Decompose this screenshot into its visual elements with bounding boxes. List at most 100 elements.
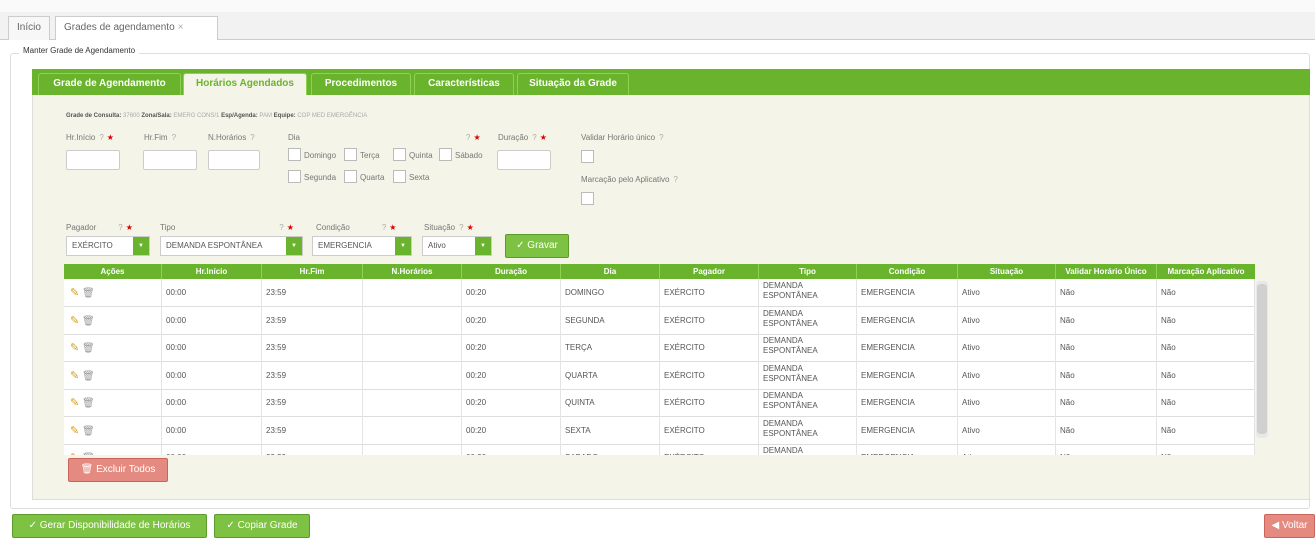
table-row[interactable]: ✎🗑00:0023:5900:20SABADOEXÉRCITODEMANDA E… bbox=[64, 444, 1255, 455]
hr-fim-input[interactable] bbox=[143, 150, 197, 170]
label-n-horarios: N.Horários? bbox=[208, 133, 255, 142]
help-icon[interactable]: ? bbox=[466, 133, 470, 142]
cell-n-horarios bbox=[363, 306, 462, 335]
n-horarios-input[interactable] bbox=[208, 150, 260, 170]
fieldset-legend: Manter Grade de Agendamento bbox=[19, 46, 140, 55]
condicao-select[interactable]: EMERGENCIA ▼ bbox=[312, 236, 412, 256]
label-sabado: Sábado bbox=[455, 151, 483, 160]
tab-caracteristicas[interactable]: Características bbox=[414, 73, 514, 95]
trash-icon[interactable]: 🗑 bbox=[82, 363, 95, 390]
label-quarta: Quarta bbox=[360, 173, 385, 182]
cell-acoes: ✎🗑 bbox=[64, 389, 162, 417]
tipo-select[interactable]: DEMANDA ESPONTÂNEA ▼ bbox=[160, 236, 303, 256]
table-row[interactable]: ✎ 🗑 00:00 23:59 00:20 SEXTA EXÉRCITO DEMANDA ES… bbox=[64, 416, 1255, 445]
pencil-icon[interactable]: ✎ bbox=[70, 307, 80, 335]
col-condicao: Condição bbox=[857, 264, 958, 279]
gravar-button[interactable]: ✓ Gravar bbox=[505, 234, 569, 258]
cell-marcacao: Não bbox=[1157, 334, 1255, 362]
grid-scrollbar-thumb[interactable] bbox=[1257, 284, 1267, 434]
trash-icon[interactable]: 🗑 bbox=[82, 280, 95, 307]
cell-hr-inicio: 00:00 bbox=[162, 334, 262, 362]
label-terca: Terça bbox=[360, 151, 380, 160]
table-row[interactable]: ✎ 🗑 00:00 23:59 00:20 TERÇA EXÉRCITO DEMANDA ES… bbox=[64, 334, 1255, 362]
pencil-icon[interactable]: ✎ bbox=[70, 362, 80, 390]
tab-home[interactable]: Início bbox=[8, 16, 50, 40]
cell-dia: DOMINGO bbox=[561, 279, 660, 307]
cell-condicao: EMERGENCIA bbox=[857, 416, 958, 445]
cell-dia: QUINTA bbox=[561, 389, 660, 417]
tab-grade-agendamento[interactable]: Grade de Agendamento bbox=[38, 73, 181, 95]
cell-dia: TERÇA bbox=[561, 334, 660, 362]
pencil-icon[interactable]: ✎ bbox=[70, 389, 80, 417]
pagador-select[interactable]: EXÉRCITO ▼ bbox=[66, 236, 150, 256]
copiar-grade-button[interactable]: ✓ Copiar Grade bbox=[214, 514, 310, 538]
help-icon[interactable]: ? bbox=[279, 223, 283, 232]
checkbox-sexta[interactable] bbox=[393, 170, 406, 183]
pencil-icon[interactable]: ✎ bbox=[70, 279, 80, 307]
cell-duracao: 00:20 bbox=[462, 306, 561, 335]
table-row[interactable]: ✎ 🗑 00:00 23:59 00:20 SEGUNDA EXÉRCITO DEMANDA … bbox=[64, 306, 1255, 335]
help-icon[interactable]: ? bbox=[532, 133, 536, 142]
cell-validar: Não bbox=[1056, 334, 1157, 362]
trash-icon[interactable]: 🗑 bbox=[82, 335, 95, 362]
pencil-icon[interactable]: ✎ bbox=[70, 444, 80, 455]
cell-condicao: EMERGENCIA bbox=[857, 306, 958, 335]
help-icon[interactable]: ? bbox=[118, 223, 122, 232]
cell-marcacao: Não bbox=[1157, 306, 1255, 335]
cell-tipo: DEMANDA ESPONTÂNEA bbox=[759, 389, 857, 417]
voltar-button[interactable]: ◀ Voltar bbox=[1264, 514, 1315, 538]
chevron-down-icon: ▼ bbox=[133, 237, 149, 255]
trash-icon[interactable]: 🗑 bbox=[82, 390, 95, 417]
table-row[interactable]: ✎ 🗑 00:00 23:59 00:20 QUINTA EXÉRCITO DEMANDA E… bbox=[64, 389, 1255, 417]
cell-pagador: EXÉRCITO bbox=[660, 279, 759, 307]
table-row[interactable]: ✎ 🗑 00:00 23:59 00:20 QUARTA EXÉRCITO DEMANDA E… bbox=[64, 361, 1255, 390]
cell-condicao: EMERGENCIA bbox=[857, 279, 958, 307]
help-icon[interactable]: ? bbox=[459, 223, 463, 232]
help-icon[interactable]: ? bbox=[382, 223, 386, 232]
cell-duracao: 00:20 bbox=[462, 334, 561, 362]
help-icon[interactable]: ? bbox=[659, 133, 663, 142]
excluir-todos-button[interactable]: 🗑 Excluir Todos bbox=[68, 458, 168, 482]
label-segunda: Segunda bbox=[304, 173, 337, 182]
cell-acoes: ✎🗑 bbox=[64, 361, 162, 390]
pencil-icon[interactable]: ✎ bbox=[70, 334, 80, 362]
back-icon: ◀ bbox=[1271, 520, 1282, 531]
tab-grades[interactable]: Grades de agendamento × bbox=[55, 16, 218, 40]
tab-procedimentos[interactable]: Procedimentos bbox=[311, 73, 411, 95]
label-hr-inicio: Hr.Início? ★ bbox=[66, 133, 114, 142]
pencil-icon[interactable]: ✎ bbox=[70, 417, 80, 445]
close-icon[interactable]: × bbox=[178, 22, 184, 33]
situacao-select[interactable]: Ativo ▼ bbox=[422, 236, 492, 256]
col-pagador: Pagador bbox=[660, 264, 759, 279]
help-icon[interactable]: ? bbox=[99, 133, 103, 142]
help-icon[interactable]: ? bbox=[674, 175, 678, 184]
checkbox-quarta[interactable] bbox=[344, 170, 357, 183]
checkbox-domingo[interactable] bbox=[288, 148, 301, 161]
cell-situacao: Ativo bbox=[958, 444, 1056, 455]
help-icon[interactable]: ? bbox=[250, 133, 254, 142]
gerar-disponibilidade-button[interactable]: ✓ Gerar Disponibilidade de Horários bbox=[12, 514, 207, 538]
trash-icon[interactable]: 🗑 bbox=[82, 445, 95, 455]
trash-icon[interactable]: 🗑 bbox=[82, 308, 95, 335]
required-icon: ★ bbox=[473, 133, 481, 142]
table-row[interactable]: ✎ 🗑 00:00 23:59 00:20 DOMINGO EXÉRCITO DEMANDA … bbox=[64, 279, 1255, 307]
cell-acoes: ✎🗑 bbox=[64, 306, 162, 335]
marcacao-checkbox[interactable] bbox=[581, 192, 594, 205]
col-marcacao: Marcação Aplicativo bbox=[1167, 267, 1245, 276]
required-icon: ★ bbox=[539, 133, 547, 142]
label-tipo: Tipo? ★ bbox=[160, 223, 294, 232]
duracao-input[interactable] bbox=[497, 150, 551, 170]
tab-situacao-grade[interactable]: Situação da Grade bbox=[517, 73, 629, 95]
cell-pagador: EXÉRCITO bbox=[660, 444, 759, 455]
checkbox-sabado[interactable] bbox=[439, 148, 452, 161]
hr-inicio-input[interactable] bbox=[66, 150, 120, 170]
trash-icon[interactable]: 🗑 bbox=[82, 418, 95, 445]
checkbox-terca[interactable] bbox=[344, 148, 357, 161]
help-icon[interactable]: ? bbox=[172, 133, 176, 142]
checkbox-quinta[interactable] bbox=[393, 148, 406, 161]
cell-marcacao: Não bbox=[1157, 361, 1255, 390]
validar-checkbox[interactable] bbox=[581, 150, 594, 163]
checkbox-segunda[interactable] bbox=[288, 170, 301, 183]
tab-horarios-agendados[interactable]: Horários Agendados bbox=[183, 73, 307, 95]
required-icon: ★ bbox=[106, 133, 114, 142]
